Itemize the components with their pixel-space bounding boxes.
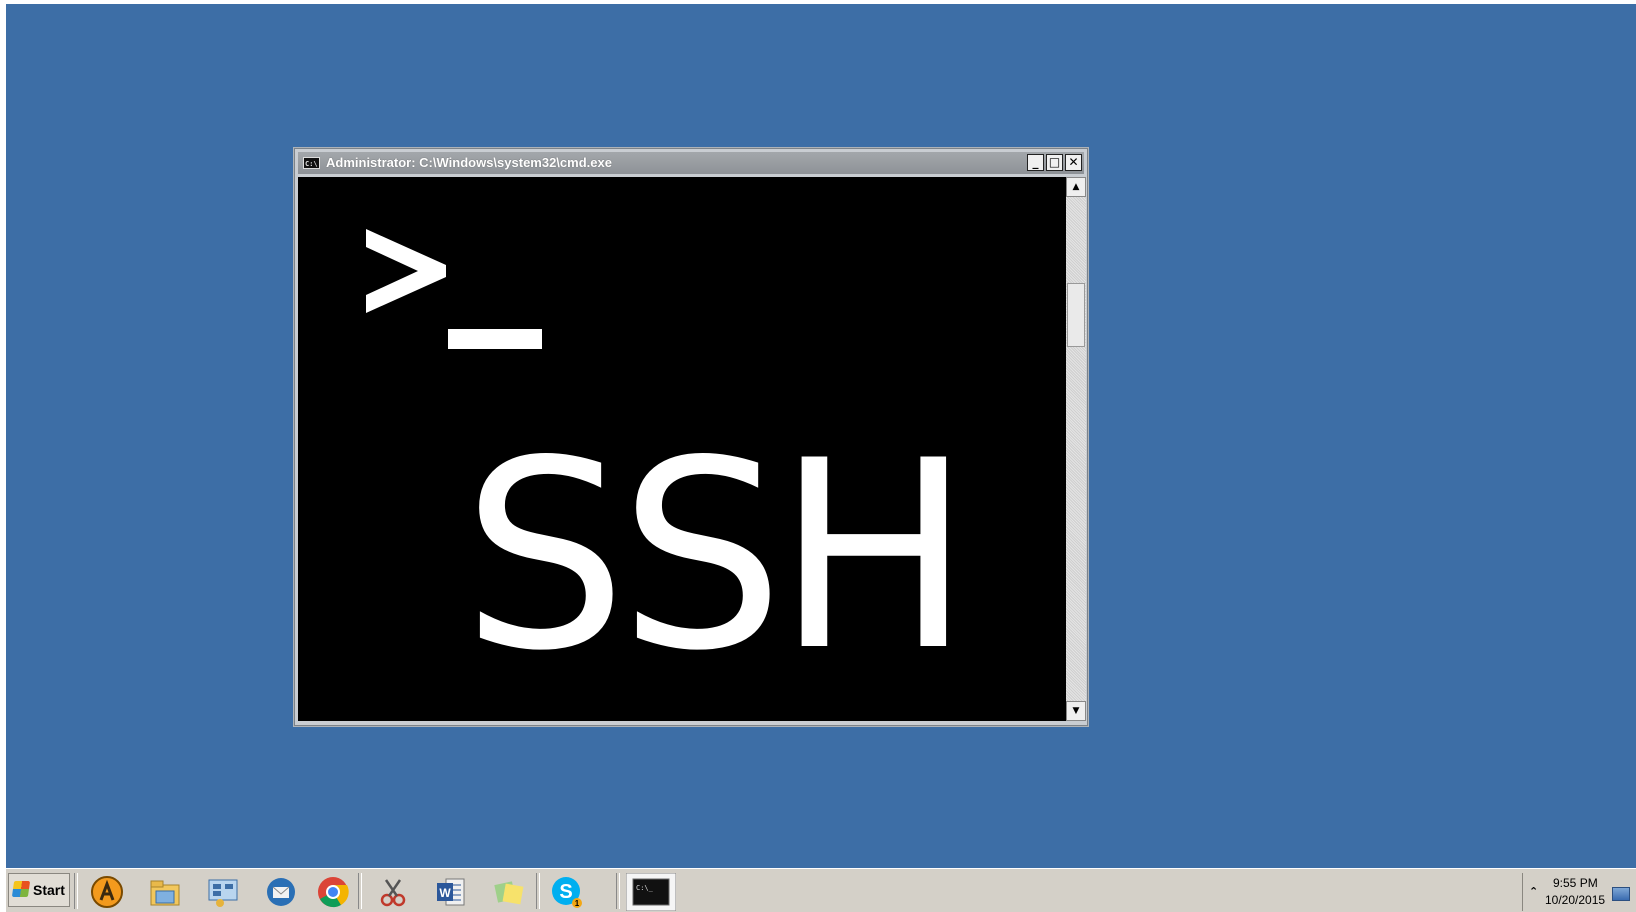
cmd-window[interactable]: C:\ Administrator: C:\Windows\system32\c… (294, 148, 1088, 726)
skype-icon-letter: S (559, 881, 572, 903)
taskbar: Start W S 1 C:\_ ⌃ 9:55 PM 10/20/2015 (6, 868, 1636, 912)
snipping-tool-icon[interactable] (376, 875, 410, 909)
skype-icon[interactable]: S 1 (550, 875, 584, 909)
prompt-cursor-graphic (448, 329, 542, 349)
skype-badge-count: 1 (575, 899, 580, 908)
vertical-scrollbar[interactable]: ▲ ▼ (1066, 177, 1086, 721)
window-titlebar[interactable]: C:\ Administrator: C:\Windows\system32\c… (298, 152, 1084, 174)
console-area[interactable]: SSH (298, 177, 1066, 721)
close-button[interactable]: ✕ (1065, 154, 1082, 171)
window-title: Administrator: C:\Windows\system32\cmd.e… (326, 155, 612, 170)
avast-icon[interactable] (90, 875, 124, 909)
taskbar-separator (74, 873, 78, 909)
prompt-chevron-graphic (366, 229, 446, 313)
clock-time[interactable]: 9:55 PM (1553, 876, 1598, 890)
sticky-notes-icon[interactable] (492, 875, 526, 909)
chrome-icon[interactable] (316, 875, 350, 909)
taskbar-separator (536, 873, 540, 909)
minimize-button[interactable]: _ (1027, 154, 1044, 171)
windows-logo-icon (11, 881, 31, 897)
clock-date[interactable]: 10/20/2015 (1545, 893, 1605, 907)
scroll-up-button[interactable]: ▲ (1066, 177, 1086, 197)
server-manager-icon[interactable] (206, 875, 240, 909)
file-explorer-icon[interactable] (148, 875, 182, 909)
maximize-button[interactable]: □ (1046, 154, 1063, 171)
thunderbird-icon[interactable] (264, 875, 298, 909)
taskbar-separator (358, 873, 362, 909)
cmd-app-icon[interactable]: C:\ (303, 157, 320, 169)
scroll-down-button[interactable]: ▼ (1066, 701, 1086, 721)
start-button[interactable]: Start (8, 873, 70, 907)
system-tray: ⌃ 9:55 PM 10/20/2015 (1522, 873, 1632, 911)
cmd-taskbar-text: C:\_ (636, 884, 654, 892)
show-hidden-icons-button[interactable]: ⌃ (1529, 885, 1538, 898)
word-icon[interactable]: W (434, 875, 468, 909)
taskbar-separator (616, 873, 620, 909)
start-label: Start (33, 882, 65, 898)
scroll-thumb[interactable] (1067, 283, 1085, 347)
word-icon-letter: W (439, 886, 451, 900)
show-desktop-icon[interactable] (1612, 887, 1630, 901)
ssh-graphic-text: SSH (462, 406, 972, 708)
command-prompt-icon[interactable]: C:\_ (626, 873, 676, 911)
